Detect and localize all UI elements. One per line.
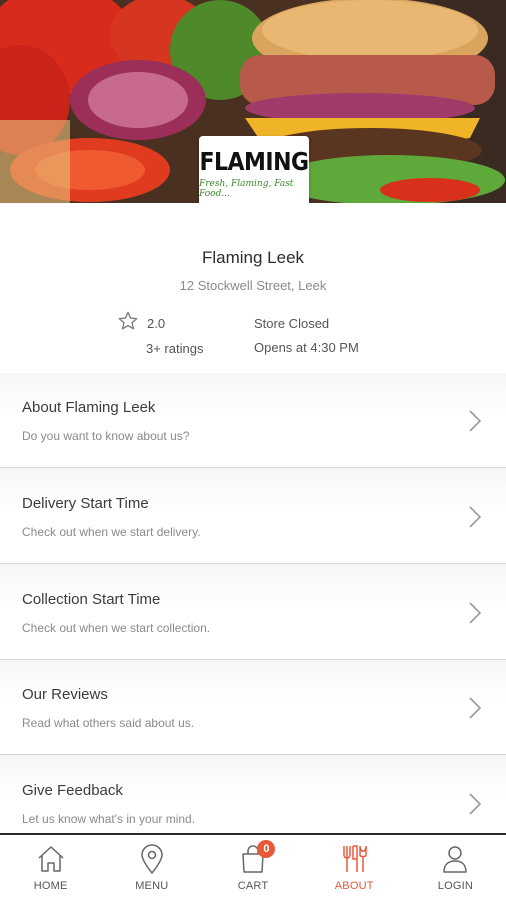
nav-cart-label: CART xyxy=(237,880,269,892)
menu-item-about[interactable]: About Flaming Leek Do you want to know a… xyxy=(0,373,506,468)
menu-item-subtitle: Read what others said about us. xyxy=(22,716,195,730)
menu-item-title: Collection Start Time xyxy=(22,591,161,608)
chevron-right-icon xyxy=(469,602,482,624)
nav-about[interactable]: ABOUT xyxy=(304,835,405,902)
rating-value: 2.0 xyxy=(147,316,166,331)
nav-home[interactable]: HOME xyxy=(0,835,101,902)
nav-login-label: LOGIN xyxy=(437,880,474,892)
menu-item-reviews[interactable]: Our Reviews Read what others said about … xyxy=(0,660,506,755)
chevron-right-icon xyxy=(469,506,482,528)
nav-home-label: HOME xyxy=(33,880,68,892)
menu-item-feedback[interactable]: Give Feedback Let us know what's in your… xyxy=(0,756,506,833)
star-icon xyxy=(118,311,138,330)
bottom-navigation: HOME MENU 0 CART ABOUT LOGIN xyxy=(0,833,506,902)
menu-item-subtitle: Do you want to know about us? xyxy=(22,429,190,443)
store-status: Store Closed xyxy=(254,316,330,331)
user-icon xyxy=(443,846,468,873)
menu-item-title: Our Reviews xyxy=(22,686,108,703)
menu-item-title: Give Feedback xyxy=(22,782,123,799)
menu-item-title: Delivery Start Time xyxy=(22,495,149,512)
nav-cart[interactable]: 0 CART xyxy=(202,835,303,902)
chevron-right-icon xyxy=(469,793,482,815)
opening-time: Opens at 4:30 PM xyxy=(254,340,359,355)
cutlery-icon xyxy=(343,845,367,872)
nav-menu-label: MENU xyxy=(135,880,169,892)
store-info: Flaming Leek 12 Stockwell Street, Leek 2… xyxy=(0,203,506,373)
menu-item-subtitle: Check out when we start collection. xyxy=(22,621,211,635)
cart-count-badge: 0 xyxy=(257,840,276,858)
nav-login[interactable]: LOGIN xyxy=(405,835,506,902)
nav-menu[interactable]: MENU xyxy=(101,835,202,902)
menu-item-subtitle: Let us know what's in your mind. xyxy=(22,812,196,826)
location-pin-icon xyxy=(141,844,163,875)
store-address: 12 Stockwell Street, Leek xyxy=(179,278,327,293)
rating-count: 3+ ratings xyxy=(146,341,204,356)
menu-item-collection[interactable]: Collection Start Time Check out when we … xyxy=(0,565,506,660)
nav-about-label: ABOUT xyxy=(334,880,374,892)
home-icon xyxy=(38,846,64,872)
logo-tagline: Fresh, Flaming, Fast Food... xyxy=(199,179,294,199)
logo-word: FLAMING xyxy=(199,148,309,177)
chevron-right-icon xyxy=(469,410,482,432)
store-name: Flaming Leek xyxy=(201,248,305,267)
chevron-right-icon xyxy=(469,697,482,719)
menu-item-subtitle: Check out when we start delivery. xyxy=(22,525,201,539)
menu-item-delivery[interactable]: Delivery Start Time Check out when we st… xyxy=(0,469,506,564)
about-menu-list: About Flaming Leek Do you want to know a… xyxy=(0,373,506,833)
menu-item-title: About Flaming Leek xyxy=(22,399,156,416)
